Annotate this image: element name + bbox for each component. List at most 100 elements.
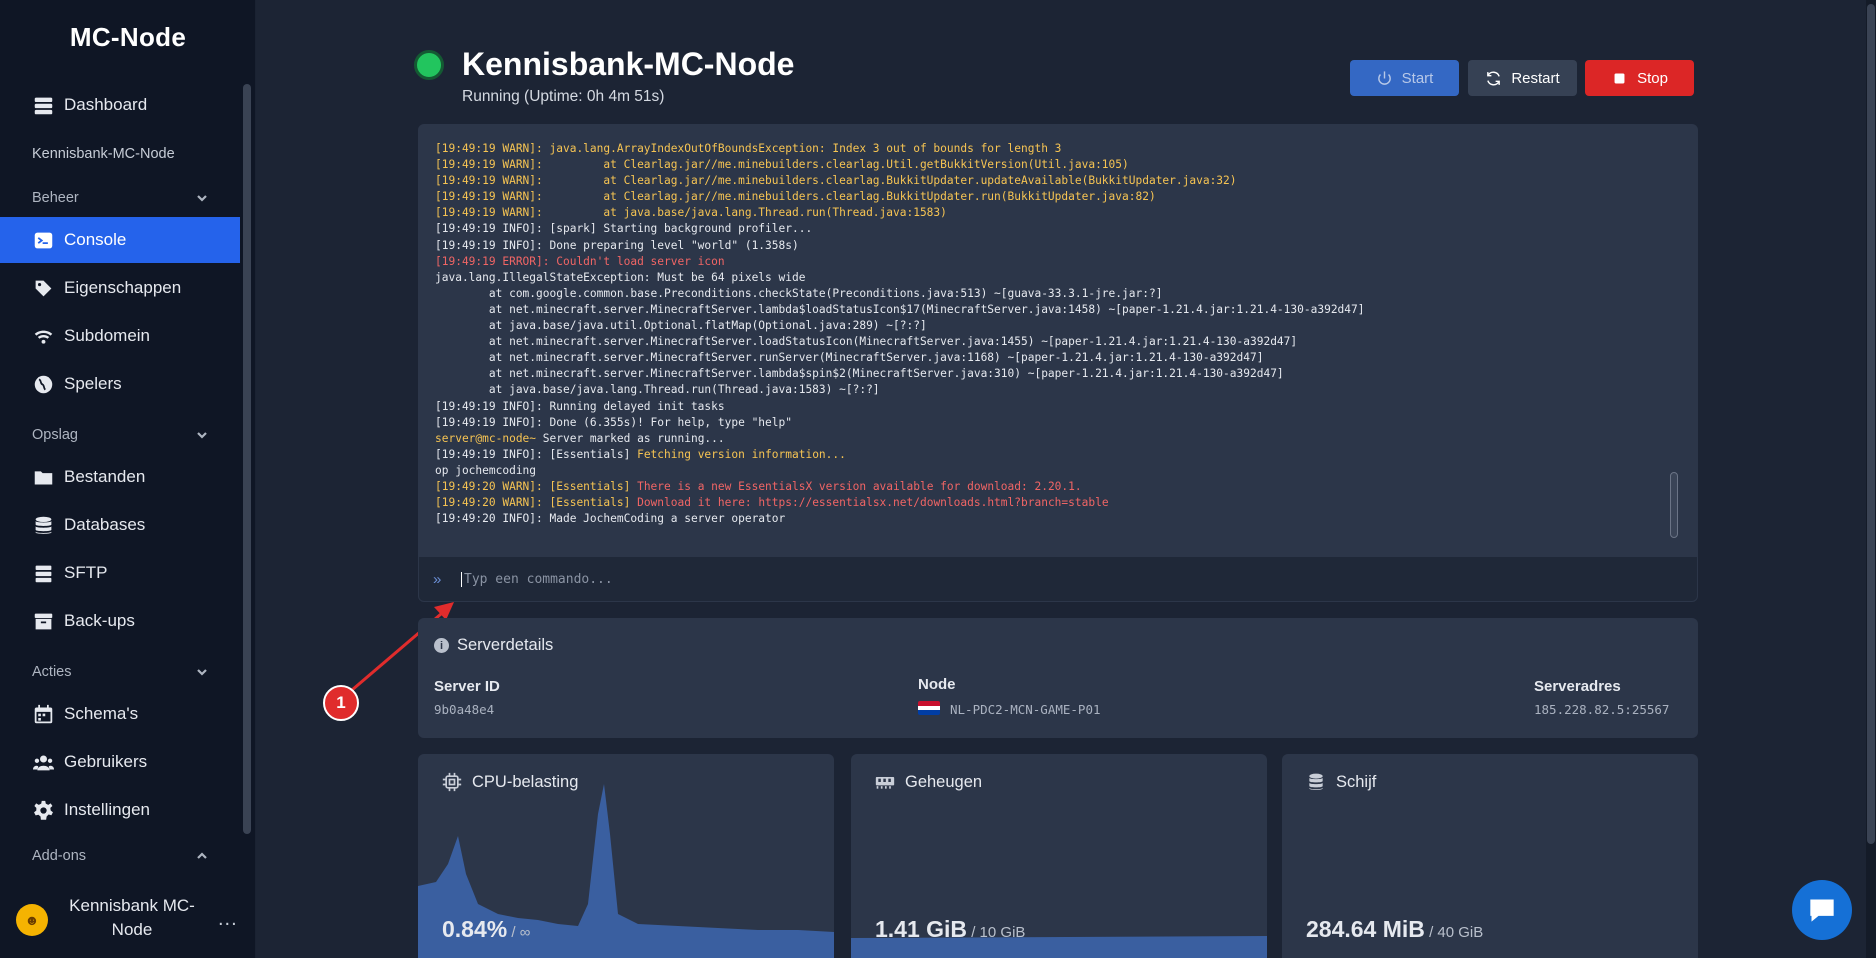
console-line-segment: op jochemcoding — [435, 463, 537, 477]
command-bar: » — [418, 556, 1698, 602]
console-line-segment: [19:49:19 WARN]: at java.base/java.lang.… — [435, 206, 947, 220]
console-line-segment: [19:49:20 INFO]: Made JochemCoding a ser… — [435, 512, 786, 526]
refresh-icon — [1487, 71, 1501, 85]
stop-button[interactable]: Stop — [1585, 60, 1694, 96]
users-icon — [32, 751, 54, 773]
server-details-heading: i Serverdetails — [434, 636, 553, 655]
console-line-segment: [19:49:19 WARN]: java.lang.ArrayIndexOut… — [435, 142, 1062, 155]
sidebar-item-label: Subdomein — [64, 326, 151, 345]
cpu-card: CPU-belasting 0.84% / ∞ — [418, 754, 834, 958]
sidebar-item-label: Instellingen — [64, 800, 151, 819]
chat-support-button[interactable] — [1792, 880, 1852, 940]
start-button-label: Start — [1401, 69, 1434, 87]
brand-logo: MC-Node — [69, 22, 187, 52]
stop-button-label: Stop — [1637, 69, 1668, 87]
console-line-segment: at net.minecraft.server.MinecraftServer.… — [435, 367, 1284, 381]
sidebar-item-label: Databases — [64, 515, 146, 534]
sidebar-item-label: Schema's — [64, 704, 139, 723]
disk-value: 284.64 MiB — [1306, 916, 1425, 942]
console-line-segment: [19:49:19 WARN]: at Clearlag.jar//me.min… — [435, 158, 1129, 172]
page-scrollbar[interactable] — [1866, 0, 1876, 958]
sidebar-item-bestanden[interactable]: Bestanden — [0, 454, 240, 500]
console-line-segment: at java.base/java.util.Optional.flatMap(… — [435, 319, 927, 333]
sidebar-item-subdomein[interactable]: Subdomein — [0, 313, 240, 359]
server-stack-icon — [32, 562, 54, 584]
start-button[interactable]: Start — [1350, 60, 1459, 96]
disk-limit: / 40 GiB — [1424, 924, 1484, 941]
server-details-title: Serverdetails — [457, 636, 554, 654]
netherlands-flag-icon — [918, 701, 940, 715]
console-line-segment: java.lang.IllegalStateException: Must be… — [435, 270, 806, 284]
sidebar-item-eigenschappen[interactable]: Eigenschappen — [0, 265, 240, 311]
server-id-label: Server ID — [434, 678, 500, 695]
avatar: ☻ — [16, 904, 48, 936]
user-menu[interactable]: ☻ Kennisbank MC- Node ... — [0, 892, 256, 952]
sidebar-item-label: Dashboard — [64, 95, 148, 114]
console-line-segment: at net.minecraft.server.MinecraftServer.… — [435, 335, 1298, 349]
console-line-segment: [19:49:19 INFO]: Done preparing level "w… — [435, 238, 799, 252]
sidebar: MC-Node Dashboard Kennisbank-MC-Node Beh… — [0, 0, 256, 958]
console-line: at net.minecraft.server.MinecraftServer.… — [435, 334, 1682, 350]
sidebar-item-dashboard[interactable]: Dashboard — [0, 82, 240, 128]
node-label: Node — [918, 676, 956, 693]
console-line: [19:49:19 WARN]: at java.base/java.lang.… — [435, 205, 1682, 221]
memory-value-display: 1.41 GiB / 10 GiB — [875, 916, 1025, 943]
console-line-segment: Download it here: https://essentialsx.ne… — [637, 496, 1109, 510]
chat-bubble-icon — [1810, 899, 1834, 922]
folder-icon — [32, 466, 54, 488]
wifi-icon — [32, 325, 54, 347]
sidebar-item-console[interactable]: Console — [0, 217, 240, 263]
command-input[interactable] — [461, 571, 1661, 587]
sidebar-item-label: Spelers — [64, 374, 122, 393]
calendar-icon — [32, 703, 54, 725]
node-value: NL-PDC2-MCN-GAME-P01 — [950, 702, 1101, 717]
console-line: server@mc-node~ Server marked as running… — [435, 431, 1682, 447]
sidebar-item-label: Bestanden — [64, 467, 146, 486]
console-line: [19:49:19 ERROR]: Couldn't load server i… — [435, 254, 1682, 270]
cpu-value: 0.84% — [442, 916, 508, 942]
console-output[interactable]: [19:49:19 WARN]: java.lang.ArrayIndexOut… — [418, 124, 1698, 556]
server-stack-icon — [32, 94, 54, 116]
page-scrollbar-thumb[interactable] — [1867, 4, 1875, 844]
user-name: Kennisbank MC- Node — [60, 894, 204, 942]
console-line-segment: [19:49:20 WARN]: [Essentials] — [435, 479, 638, 493]
sidebar-item-schemas[interactable]: Schema's — [0, 691, 240, 737]
console-line: [19:49:19 WARN]: at Clearlag.jar//me.min… — [435, 157, 1682, 173]
sidebar-item-label: Eigenschappen — [64, 278, 182, 297]
more-options-icon[interactable]: ... — [218, 908, 238, 931]
sidebar-item-instellingen[interactable]: Instellingen — [0, 787, 240, 833]
section-opslag-toggle[interactable]: Opslag — [32, 423, 208, 447]
console-line: [19:49:20 WARN]: [Essentials] There is a… — [435, 479, 1682, 495]
restart-button-label: Restart — [1511, 69, 1560, 87]
section-acties-toggle[interactable]: Acties — [32, 660, 208, 684]
terminal-icon — [32, 229, 54, 251]
double-chevron-right-icon: » — [433, 570, 442, 588]
chevron-down-icon — [197, 669, 207, 676]
console-line: [19:49:19 INFO]: Done (6.355s)! For help… — [435, 415, 1682, 431]
console-line: at java.base/java.util.Optional.flatMap(… — [435, 318, 1682, 334]
console-line: at java.base/java.lang.Thread.run(Thread… — [435, 382, 1682, 398]
console-line: at net.minecraft.server.MinecraftServer.… — [435, 350, 1682, 366]
console-scrollbar[interactable] — [1670, 472, 1678, 538]
console-lines: [19:49:19 WARN]: java.lang.ArrayIndexOut… — [435, 141, 1682, 527]
sidebar-item-backups[interactable]: Back-ups — [0, 598, 240, 644]
section-beheer-toggle[interactable]: Beheer — [32, 186, 208, 210]
database-icon — [1309, 773, 1323, 790]
restart-button[interactable]: Restart — [1468, 60, 1577, 96]
console-line: at net.minecraft.server.MinecraftServer.… — [435, 366, 1682, 382]
sidebar-item-databases[interactable]: Databases — [0, 502, 240, 548]
sidebar-scrollbar[interactable] — [243, 84, 251, 834]
console-line-segment: at net.minecraft.server.MinecraftServer.… — [435, 302, 1365, 316]
memory-value: 1.41 GiB — [875, 916, 968, 942]
sidebar-item-sftp[interactable]: SFTP — [0, 550, 240, 596]
console-line: [19:49:19 INFO]: Running delayed init ta… — [435, 399, 1682, 415]
console-line: java.lang.IllegalStateException: Must be… — [435, 270, 1682, 286]
console-line-segment: There is a new EssentialsX version avail… — [637, 479, 1082, 493]
sidebar-item-gebruikers[interactable]: Gebruikers — [0, 739, 240, 785]
memory-card: Geheugen 1.41 GiB / 10 GiB — [851, 754, 1267, 958]
console-line-segment: at net.minecraft.server.MinecraftServer.… — [435, 351, 1264, 365]
console-line: [19:49:19 WARN]: at Clearlag.jar//me.min… — [435, 173, 1682, 189]
sidebar-item-spelers[interactable]: Spelers — [0, 361, 240, 407]
console-line: [19:49:19 WARN]: java.lang.ArrayIndexOut… — [435, 141, 1682, 157]
section-addons-toggle[interactable]: Add-ons — [32, 844, 208, 868]
